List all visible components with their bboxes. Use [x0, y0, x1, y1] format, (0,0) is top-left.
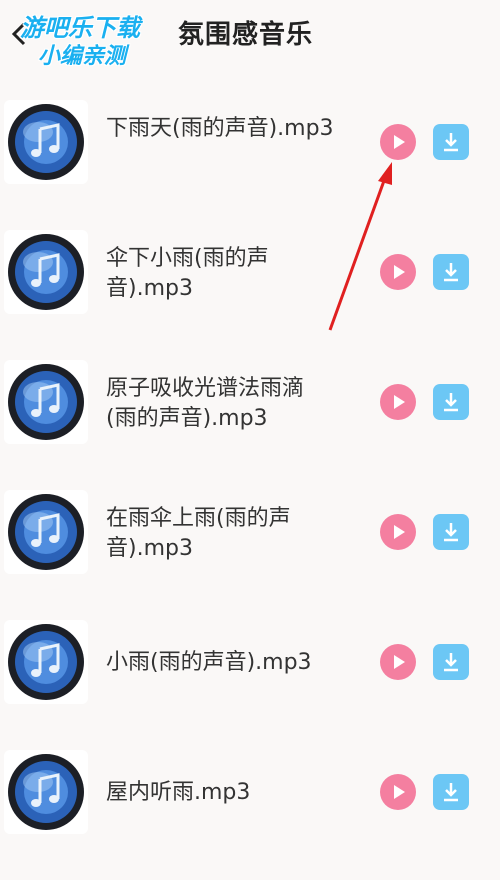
list-item[interactable]: 在雨伞上雨(雨的声音).mp3 [0, 490, 500, 620]
download-icon [444, 523, 458, 542]
download-icon [444, 783, 458, 802]
page-title: 氛围感音乐 [178, 20, 314, 50]
download-icon [444, 393, 458, 412]
song-list: 下雨天(雨的声音).mp3 伞下小雨(雨的声音).mp3 原子吸收光谱法雨滴(雨… [0, 100, 500, 880]
download-button[interactable] [433, 774, 469, 810]
watermark-line2: 小编亲测 [38, 44, 127, 69]
download-icon [444, 133, 458, 152]
play-icon [394, 135, 405, 149]
music-note-album-icon [4, 360, 88, 444]
music-note-album-icon [4, 230, 88, 314]
download-button[interactable] [433, 124, 469, 160]
music-note-album-icon [4, 100, 88, 184]
song-name: 原子吸收光谱法雨滴(雨的声音).mp3 [106, 376, 305, 431]
song-name: 在雨伞上雨(雨的声音).mp3 [106, 506, 291, 561]
list-item[interactable]: 下雨天(雨的声音).mp3 [0, 100, 500, 230]
play-icon [394, 655, 405, 669]
play-button[interactable] [380, 124, 416, 160]
list-item[interactable]: 伞下小雨(雨的声音).mp3 [0, 230, 500, 360]
download-button[interactable] [433, 254, 469, 290]
play-icon [394, 525, 405, 539]
music-note-album-icon [4, 620, 88, 704]
download-icon [444, 263, 458, 282]
download-icon [444, 653, 458, 672]
download-button[interactable] [433, 514, 469, 550]
list-item[interactable]: 原子吸收光谱法雨滴(雨的声音).mp3 [0, 360, 500, 490]
song-name: 下雨天(雨的声音).mp3 [106, 116, 334, 141]
song-name: 小雨(雨的声音).mp3 [106, 650, 312, 675]
play-button[interactable] [380, 384, 416, 420]
music-note-album-icon [4, 490, 88, 574]
play-button[interactable] [380, 774, 416, 810]
watermark: 游吧乐下载 小编亲测 [14, 6, 146, 69]
play-button[interactable] [380, 514, 416, 550]
play-icon [394, 395, 405, 409]
play-icon [394, 265, 405, 279]
music-note-album-icon [4, 750, 88, 834]
download-button[interactable] [433, 384, 469, 420]
song-name: 伞下小雨(雨的声音).mp3 [106, 246, 269, 301]
play-button[interactable] [380, 254, 416, 290]
app-header: 游吧乐下载 小编亲测 氛围感音乐 [0, 0, 500, 72]
download-button[interactable] [433, 644, 469, 680]
list-item[interactable]: 屋内听雨.mp3 [0, 750, 500, 880]
play-icon [394, 785, 405, 799]
list-item[interactable]: 小雨(雨的声音).mp3 [0, 620, 500, 750]
play-button[interactable] [380, 644, 416, 680]
song-name: 屋内听雨.mp3 [106, 780, 251, 805]
